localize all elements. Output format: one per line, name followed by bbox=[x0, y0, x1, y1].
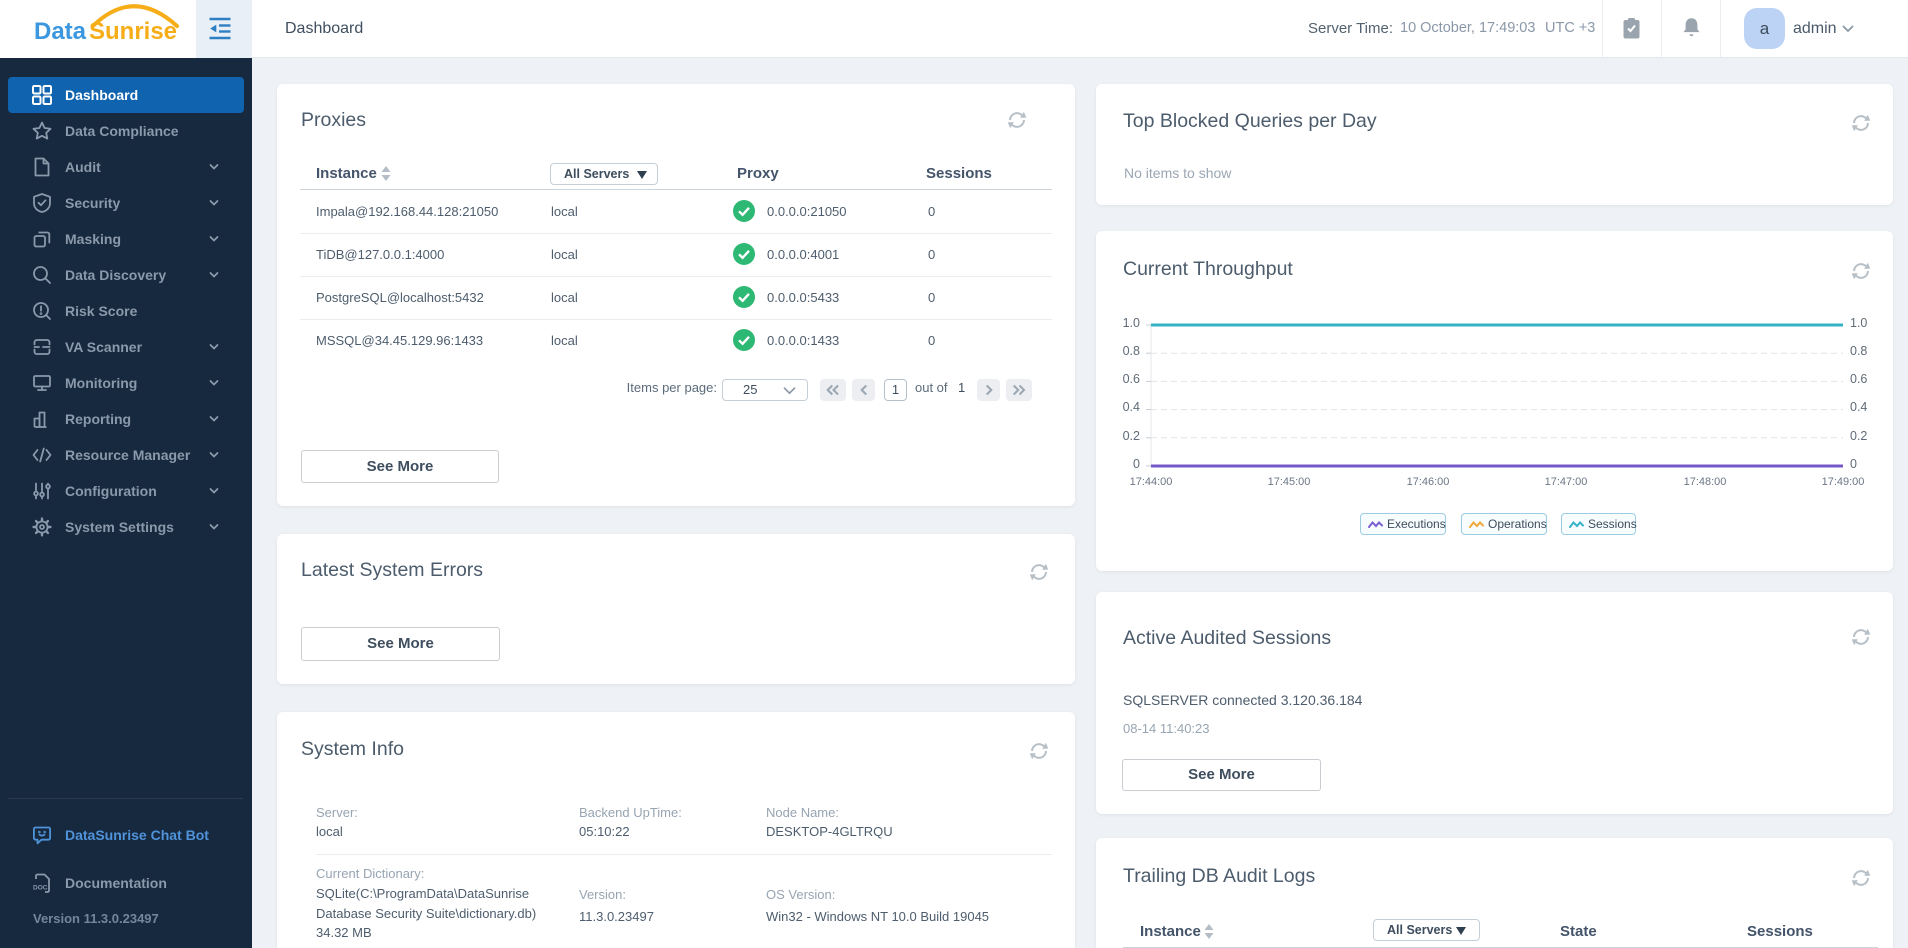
svg-text:Data: Data bbox=[34, 18, 87, 45]
svg-text:DOC: DOC bbox=[33, 885, 48, 892]
svg-text:Sunrise: Sunrise bbox=[89, 18, 177, 45]
